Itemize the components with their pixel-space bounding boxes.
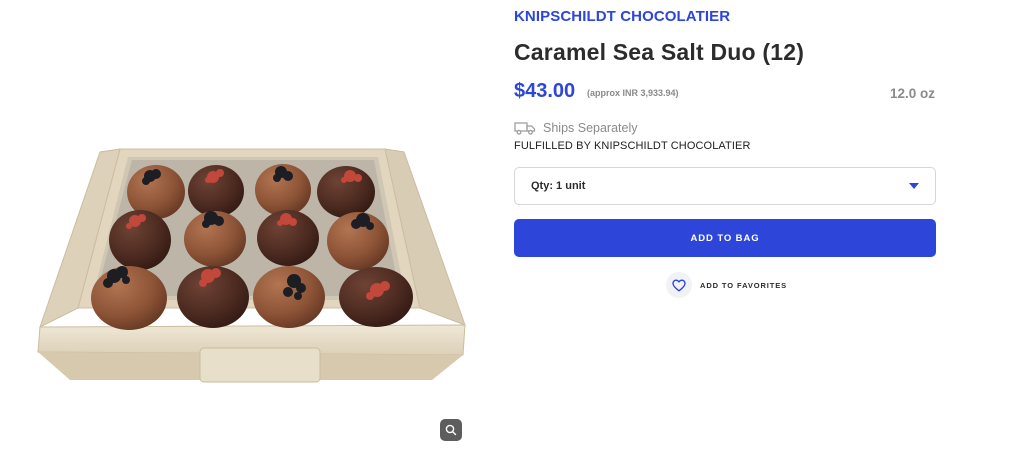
zoom-button[interactable]	[440, 419, 462, 441]
heart-icon	[672, 279, 686, 291]
product-price: $43.00	[514, 80, 576, 102]
price-approx: (approx INR 3,933.94)	[587, 88, 679, 98]
product-size: 12.0 oz	[889, 86, 935, 101]
product-title: Caramel Sea Salt Duo (12)	[514, 39, 805, 65]
product-image	[0, 0, 500, 452]
add-to-bag-label: ADD TO BAG	[690, 232, 760, 244]
add-to-favorites-button[interactable]: ADD TO FAVORITES	[666, 272, 787, 298]
caret-down-icon	[909, 183, 919, 189]
quantity-select[interactable]: Qty: 1 unit	[514, 167, 936, 205]
shipping-info: Ships Separately	[514, 120, 638, 136]
shipping-text: Ships Separately	[543, 121, 638, 135]
add-to-bag-button[interactable]: ADD TO BAG	[514, 219, 936, 257]
quantity-value: Qty: 1 unit	[531, 180, 586, 192]
add-to-favorites-label: ADD TO FAVORITES	[700, 280, 788, 290]
favorite-icon-wrap	[666, 272, 692, 298]
zoom-icon	[445, 424, 457, 436]
brand-link[interactable]: KNIPSCHILDT CHOCOLATIER	[514, 8, 730, 25]
fulfilled-by: FULFILLED BY KNIPSCHILDT CHOCOLATIER	[514, 140, 751, 152]
truck-icon	[514, 122, 536, 135]
chocolate-box-image	[37, 148, 466, 383]
